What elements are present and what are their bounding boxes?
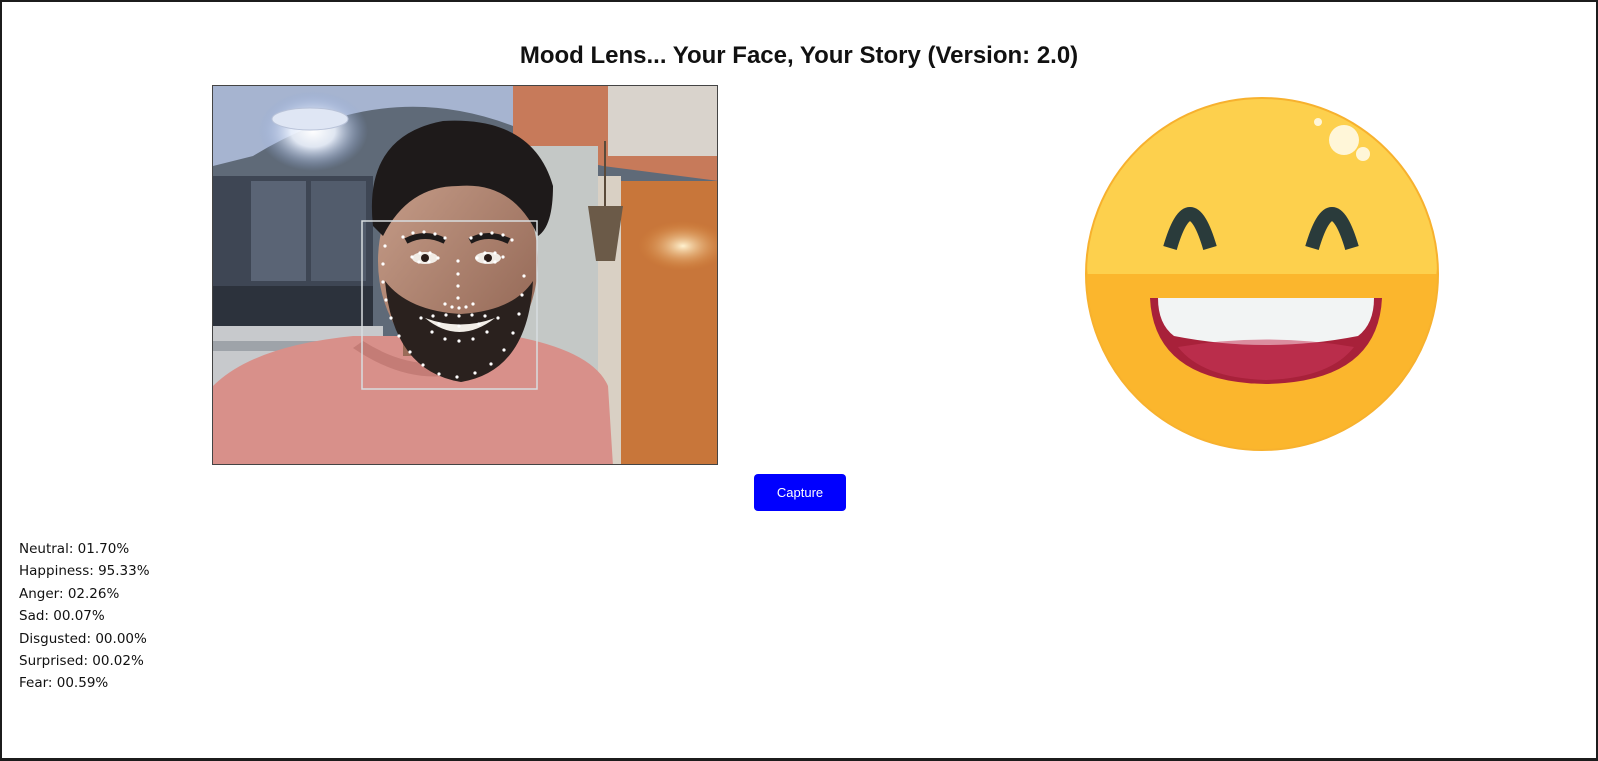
emotion-score-sad: Sad: 00.07% [19, 608, 105, 625]
emotion-score-happiness: Happiness: 95.33% [19, 563, 150, 580]
laughing-face-emoji-icon [1080, 92, 1444, 456]
capture-button[interactable]: Capture [754, 474, 846, 511]
emotion-score-fear: Fear: 00.59% [19, 675, 109, 692]
page-title: Mood Lens... Your Face, Your Story (Vers… [519, 42, 1079, 70]
emotion-score-surprised: Surprised: 00.02% [19, 653, 144, 670]
emotion-scores-list: Neutral: 01.70% Happiness: 95.33% Anger:… [19, 538, 150, 695]
emotion-score-anger: Anger: 02.26% [19, 585, 120, 602]
webcam-video [212, 85, 718, 465]
emotion-score-neutral: Neutral: 01.70% [19, 541, 130, 557]
webcam-frame-image [213, 86, 717, 464]
emotion-score-disgusted: Disgusted: 00.00% [19, 630, 147, 647]
